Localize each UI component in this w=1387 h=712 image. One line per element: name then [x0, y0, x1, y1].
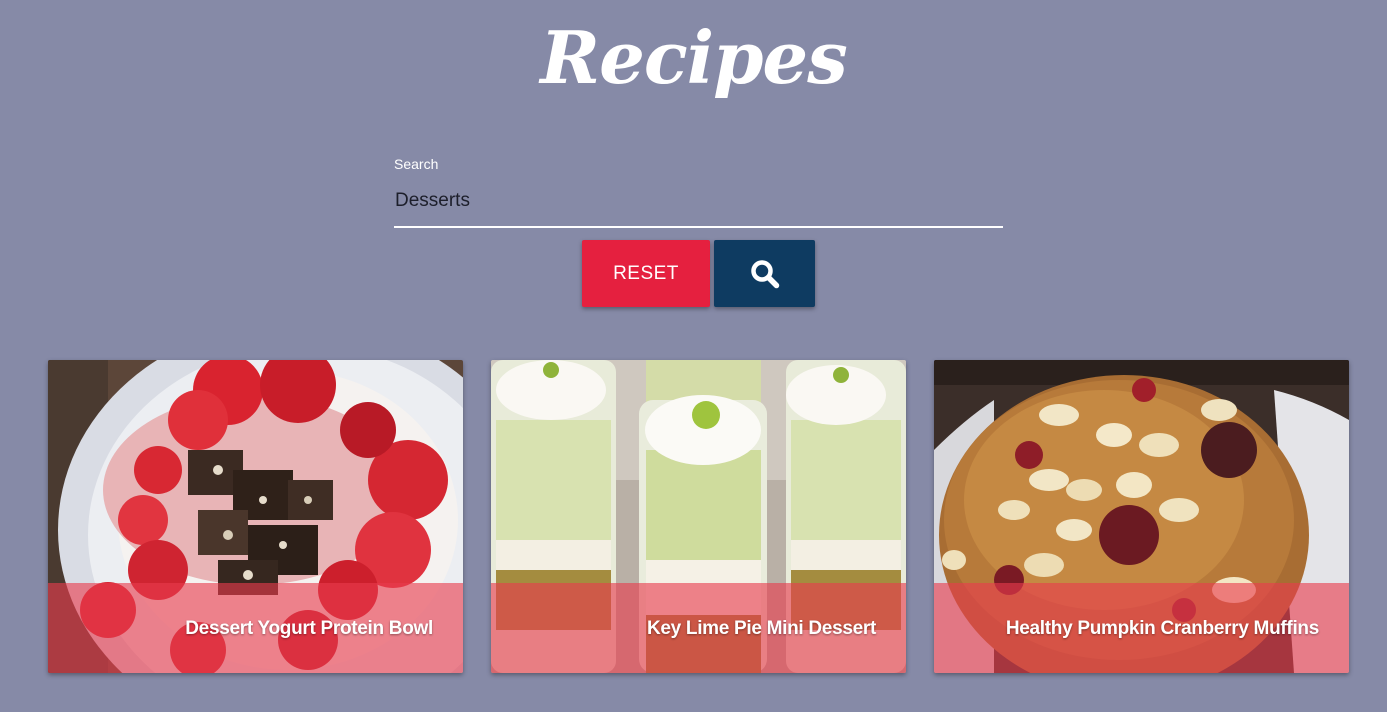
recipes-page: Recipes Search RESET — [0, 0, 1387, 712]
search-icon — [750, 259, 779, 288]
recipe-title: Healthy Pumpkin Cranberry Muffins — [1005, 618, 1319, 639]
recipe-card[interactable]: Key Lime Pie Mini Dessert — [491, 360, 906, 673]
recipe-title: Dessert Yogurt Protein Bowl — [185, 618, 433, 639]
reset-button[interactable]: RESET — [582, 240, 710, 307]
search-button[interactable] — [714, 240, 815, 307]
recipe-title: Key Lime Pie Mini Dessert — [646, 618, 876, 639]
recipe-card[interactable]: Healthy Pumpkin Cranberry Muffins — [934, 360, 1349, 673]
search-input[interactable] — [394, 182, 1003, 228]
search-label: Search — [394, 156, 439, 172]
page-title: Recipes — [540, 15, 848, 100]
recipe-card[interactable]: Dessert Yogurt Protein Bowl — [48, 360, 463, 673]
